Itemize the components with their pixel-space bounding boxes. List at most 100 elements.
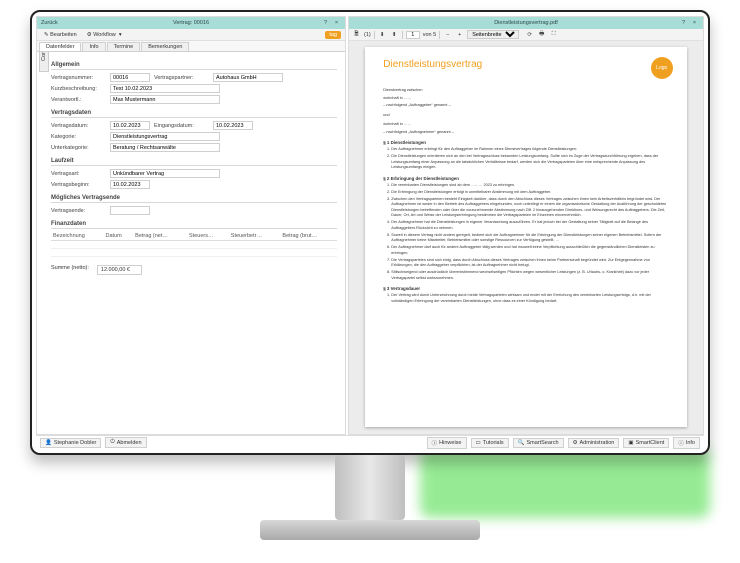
book-icon: ▭ (476, 440, 481, 446)
label-eingangsdatum: Eingangsdatum: (154, 123, 209, 129)
logo-icon: Logo (651, 57, 673, 79)
smartsearch-button[interactable]: 🔍SmartSearch (513, 438, 564, 448)
left-title: Vertrag: 00016 (173, 20, 209, 26)
zoom-in-icon[interactable]: + (455, 30, 464, 39)
back-button[interactable]: Zurück (41, 20, 58, 26)
section-vertragsende: Mögliches Vertragsende (51, 195, 337, 203)
workflow-button[interactable]: ⚙ Workflow ▾ (84, 31, 127, 39)
pdf-s2-li5: Soweit in diesem Vertrag nicht anders ge… (391, 233, 668, 244)
download-icon[interactable]: ⬇ (378, 30, 387, 39)
col-steuers[interactable]: Steuers… (187, 232, 229, 241)
section-laufzeit: Laufzeit (51, 158, 337, 166)
input-unterkategorie[interactable] (110, 143, 220, 152)
info-icon: ⓘ (432, 439, 438, 447)
client-icon: ▣ (628, 440, 633, 446)
help-icon[interactable]: ? (321, 19, 330, 28)
input-kategorie[interactable] (110, 132, 220, 141)
label-vertragsbeginn: Vertragsbeginn: (51, 182, 106, 188)
search-icon: 🔍 (518, 440, 525, 446)
input-eingangsdatum[interactable] (213, 121, 253, 130)
pdf-sec1: § 1 Dienstleistungen (383, 140, 668, 145)
edit-button[interactable]: ✎ Bearbeiten (41, 31, 80, 39)
user-button[interactable]: 👤 Stephanie Dobler (40, 438, 101, 448)
pdf-s3-li1: Der Vertrag wird durch Unterzeichnung du… (391, 293, 668, 304)
col-betrag-net[interactable]: Betrag (net… (133, 232, 187, 241)
input-vertragsdatum[interactable] (110, 121, 150, 130)
smartsearch-label: SmartSearch (526, 440, 558, 446)
col-steuerbetr[interactable]: Steuerbetr… (229, 232, 281, 241)
input-vertragsbeginn[interactable] (110, 180, 150, 189)
label-vertragsart: Vertragsart: (51, 171, 106, 177)
pdf-scroll[interactable]: Logo Dienstleistungsvertrag Dienstvertra… (349, 41, 703, 434)
col-datum[interactable]: Datum (104, 232, 134, 241)
pdf-pane: Dienstleistungsvertrag.pdf ? × 🗎 (1) ⬇ ⬆ (348, 16, 704, 435)
sidebar-vertical-label[interactable]: Common: Verträge (39, 52, 49, 72)
input-verantwortl[interactable] (110, 95, 220, 104)
form-body: Common: Verträge Allgemein Vertragsnumme… (37, 52, 345, 434)
chevron-down-icon: ▾ (117, 32, 123, 38)
zoom-out-icon[interactable]: − (443, 30, 452, 39)
input-vertragspartner[interactable] (213, 73, 283, 82)
pdf-toolbar: 🗎 (1) ⬇ ⬆ von 5 − + Seitenbreite (349, 29, 703, 41)
pdf-s2-li3: Zwischen den Vertragsparteien besteht Ei… (391, 197, 668, 219)
col-betrag-brut[interactable]: Betrag (brut… (280, 232, 337, 241)
finanz-table: Bezeichnung Datum Betrag (net… Steuers… … (51, 232, 337, 257)
monitor-stand-neck (335, 455, 405, 520)
tag-button[interactable]: tag (325, 31, 341, 39)
gear-icon: ⚙ (573, 440, 578, 446)
close-icon[interactable]: × (332, 19, 341, 28)
tab-datenfelder[interactable]: Datenfelder (39, 42, 81, 51)
pdf-s2-li1: Die vereinbarten Dienstleistungen sind a… (391, 183, 668, 189)
label-kategorie: Kategorie: (51, 134, 106, 140)
input-vertragsnummer[interactable] (110, 73, 150, 82)
tutorials-button[interactable]: ▭Tutorials (471, 438, 509, 448)
section-vertragsdaten: Vertragsdaten (51, 110, 337, 118)
fullscreen-icon[interactable]: ⛶ (549, 30, 558, 39)
page-input[interactable] (406, 31, 420, 39)
left-titlebar: Zurück Vertrag: 00016 ? × (37, 17, 345, 29)
administration-button[interactable]: ⚙Administration (568, 438, 620, 448)
hinweise-button[interactable]: ⓘHinweise (427, 437, 467, 449)
section-allgemein: Allgemein (51, 62, 337, 70)
left-toolbar: ✎ Bearbeiten ⚙ Workflow ▾ tag (37, 29, 345, 41)
smartclient-button[interactable]: ▣SmartClient (623, 438, 669, 448)
pdf-p1: Dienstvertrag zwischen (383, 88, 668, 94)
logout-label: Abmelden (117, 440, 142, 446)
rotate-icon[interactable]: ⟳ (525, 30, 534, 39)
input-vertragsart[interactable] (110, 169, 220, 178)
logout-button[interactable]: ⏻ Abmelden (105, 437, 146, 448)
upload-icon[interactable]: ⬆ (390, 30, 399, 39)
contract-pane: Zurück Vertrag: 00016 ? × ✎ Bearbeiten ⚙… (36, 16, 346, 435)
monitor-stand-base (260, 520, 480, 540)
info-icon: ⓘ (678, 439, 684, 447)
col-bezeichnung[interactable]: Bezeichnung (51, 232, 104, 241)
zoom-select[interactable]: Seitenbreite (467, 30, 519, 39)
print-icon[interactable]: 🖶 (537, 30, 546, 39)
input-kurzbeschreibung[interactable] (110, 84, 220, 93)
pdf-h1: Dienstleistungsvertrag (383, 59, 668, 70)
document-icon[interactable]: 🗎 (352, 30, 361, 39)
tab-termine[interactable]: Termine (107, 42, 141, 51)
right-titlebar: Dienstleistungsvertrag.pdf ? × (349, 17, 703, 29)
info-button[interactable]: ⓘInfo (673, 437, 700, 449)
value-summe: 12.000,00 € (97, 265, 142, 275)
doc-count: (1) (364, 32, 371, 38)
close-icon[interactable]: × (690, 19, 699, 28)
tab-info[interactable]: Info (82, 42, 105, 51)
administration-label: Administration (580, 440, 615, 446)
info-label: Info (686, 440, 695, 446)
page-of-label: von 5 (423, 32, 436, 38)
help-icon[interactable]: ? (679, 19, 688, 28)
user-name: Stephanie Dobler (54, 440, 97, 446)
power-icon: ⏻ (110, 439, 114, 446)
tutorials-label: Tutorials (483, 440, 504, 446)
input-vertragsende[interactable] (110, 206, 150, 215)
pdf-p4: – nachfolgend „Auftragnehmer“ genannt – (383, 130, 668, 136)
table-row[interactable] (51, 241, 337, 249)
smartclient-label: SmartClient (636, 440, 665, 446)
tab-bemerkungen[interactable]: Bemerkungen (141, 42, 189, 51)
table-row[interactable] (51, 249, 337, 257)
left-tabs: Datenfelder Info Termine Bemerkungen (37, 41, 345, 52)
monitor-frame: Zurück Vertrag: 00016 ? × ✎ Bearbeiten ⚙… (30, 10, 710, 455)
hinweise-label: Hinweise (439, 440, 461, 446)
